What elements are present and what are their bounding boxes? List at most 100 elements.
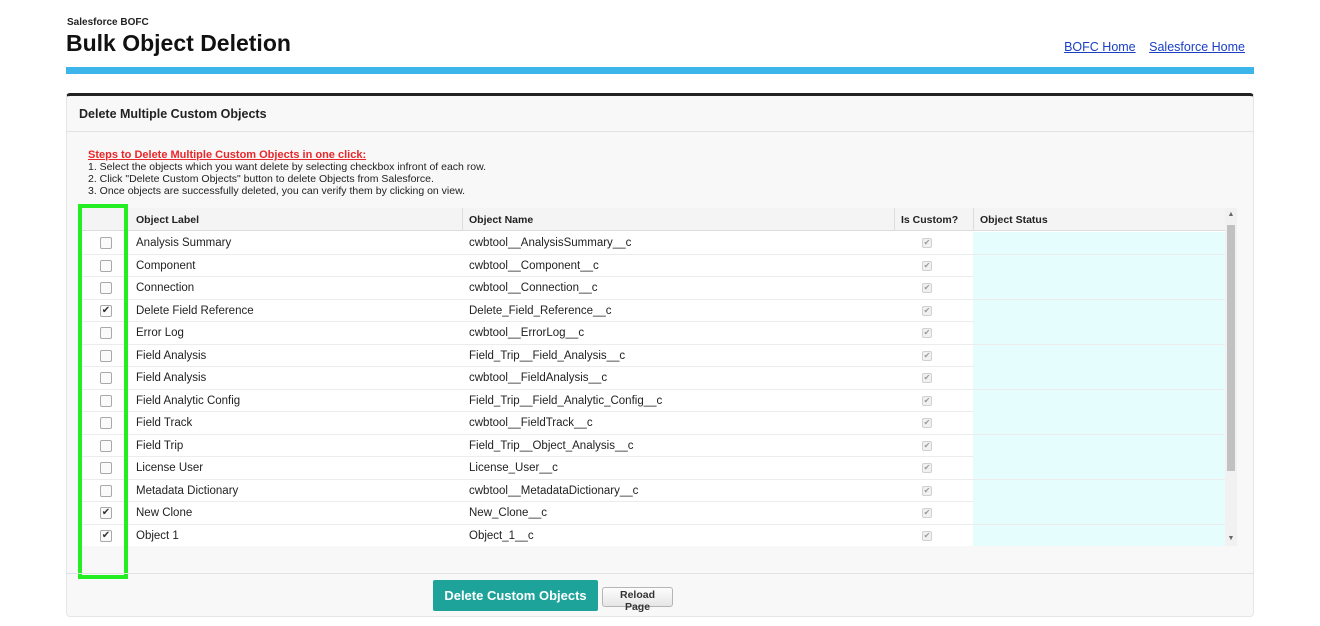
- row-select-checkbox[interactable]: [100, 439, 112, 452]
- row-select-checkbox[interactable]: [100, 327, 112, 339]
- footer-divider: [66, 573, 1254, 574]
- object-label-cell: Analysis Summary: [136, 237, 232, 249]
- panel-header: Delete Multiple Custom Objects: [67, 96, 1253, 132]
- row-select-checkbox[interactable]: ✔: [100, 507, 112, 519]
- object-label-cell: License User: [136, 462, 204, 474]
- row-select-checkbox[interactable]: [100, 417, 112, 429]
- object-name-cell: New_Clone__c: [469, 507, 547, 519]
- bofc-home-link[interactable]: BOFC Home: [1064, 40, 1136, 54]
- row-select-checkbox[interactable]: [100, 462, 112, 474]
- object-label-cell: Field Trip: [136, 439, 184, 452]
- table-row: Field Analysis Field_Trip__Field_Analysis…: [79, 344, 1225, 367]
- row-select-checkbox[interactable]: [100, 394, 112, 407]
- object-status-cell: [973, 457, 1225, 479]
- is-custom-checkbox: ✔: [922, 485, 932, 496]
- app-subtitle: Salesforce BOFC: [67, 17, 149, 28]
- object-status-cell: [973, 524, 1225, 546]
- row-select-checkbox[interactable]: ✔: [100, 529, 112, 542]
- object-status-cell: [973, 502, 1225, 524]
- row-select-checkbox[interactable]: [100, 484, 112, 497]
- object-status-cell: [973, 254, 1225, 277]
- is-custom-checkbox: ✔: [922, 418, 932, 428]
- table-row: ✔ Object 1 Object_1__c ✔: [79, 524, 1225, 546]
- object-status-cell: [973, 434, 1225, 457]
- column-header-object-name[interactable]: Object Name: [469, 214, 533, 226]
- object-status-cell: [973, 412, 1225, 434]
- object-label-cell: Field Analysis: [136, 349, 207, 362]
- row-select-checkbox[interactable]: [100, 259, 112, 272]
- object-label-cell: Field Track: [136, 417, 193, 429]
- table-row: License User License_User__c ✔: [79, 457, 1225, 480]
- column-header-is-custom[interactable]: Is Custom?: [901, 214, 958, 226]
- table-row: Field Analysis cwbtool__FieldAnalysis__c ✔: [79, 367, 1225, 390]
- scroll-up-arrow-icon[interactable]: ▲: [1225, 208, 1237, 222]
- object-label-cell: Field Analysis: [136, 372, 207, 384]
- object-name-cell: Field_Trip__Field_Analysis__c: [469, 349, 626, 362]
- accent-bar: [66, 67, 1254, 74]
- table-row: ✔ Delete Field Reference Delete_Field_Refe…: [79, 299, 1225, 322]
- object-status-cell: [973, 322, 1225, 344]
- object-name-cell: cwbtool__AnalysisSummary__c: [469, 237, 632, 249]
- object-name-cell: cwbtool__ErrorLog__c: [469, 327, 585, 339]
- row-select-checkbox[interactable]: ✔: [100, 304, 112, 317]
- panel: Delete Multiple Custom Objects Steps to …: [66, 93, 1254, 617]
- scroll-down-arrow-icon[interactable]: ▼: [1225, 532, 1237, 546]
- reload-page-button[interactable]: Reload Page: [602, 587, 673, 613]
- table-row: Error Log cwbtool__ErrorLog__c ✔: [79, 322, 1225, 345]
- delete-custom-objects-button[interactable]: Delete Custom Objects: [433, 580, 598, 611]
- is-custom-checkbox: ✔: [922, 260, 932, 271]
- table-header: Object Label Object Name Is Custom? Obje…: [79, 208, 1225, 231]
- is-custom-checkbox: ✔: [922, 283, 932, 293]
- object-name-cell: cwbtool__Component__c: [469, 259, 599, 272]
- table-row: ✔ New Clone New_Clone__c ✔: [79, 502, 1225, 525]
- object-status-cell: [973, 367, 1225, 389]
- row-select-checkbox[interactable]: [100, 282, 112, 294]
- step-1: 1. Select the objects which you want del…: [88, 161, 487, 173]
- object-name-cell: Object_1__c: [469, 529, 534, 542]
- is-custom-checkbox: ✔: [922, 238, 932, 248]
- table-row: Component cwbtool__Component__c ✔: [79, 254, 1225, 277]
- is-custom-checkbox: ✔: [922, 305, 932, 316]
- step-2: 2. Click "Delete Custom Objects" button …: [88, 173, 434, 185]
- object-name-cell: Field_Trip__Object_Analysis__c: [469, 439, 634, 452]
- step-3: 3. Once objects are successfully deleted…: [88, 185, 466, 197]
- is-custom-checkbox: ✔: [922, 395, 932, 406]
- column-divider: [894, 208, 895, 231]
- table-row: Field Track cwbtool__FieldTrack__c ✔: [79, 412, 1225, 435]
- object-label-cell: Component: [136, 259, 196, 272]
- object-status-cell: [973, 479, 1225, 502]
- is-custom-checkbox: ✔: [922, 350, 932, 361]
- salesforce-home-link[interactable]: Salesforce Home: [1149, 40, 1245, 54]
- object-name-cell: cwbtool__FieldTrack__c: [469, 417, 593, 429]
- object-label-cell: Object 1: [136, 529, 179, 542]
- object-label-cell: Delete Field Reference: [136, 304, 254, 317]
- instructions: Steps to Delete Multiple Custom Objects …: [88, 149, 486, 197]
- object-status-cell: [973, 277, 1225, 299]
- top-links: BOFC Home Salesforce Home: [1054, 40, 1245, 54]
- object-status-cell: [973, 344, 1225, 367]
- object-name-cell: Field_Trip__Field_Analytic_Config__c: [469, 394, 663, 407]
- table-row: Field Analytic Config Field_Trip__Field_A…: [79, 389, 1225, 412]
- object-status-cell: [973, 232, 1225, 254]
- row-select-checkbox[interactable]: [100, 237, 112, 249]
- column-divider: [127, 208, 128, 231]
- is-custom-checkbox: ✔: [922, 530, 932, 541]
- object-name-cell: cwbtool__MetadataDictionary__c: [469, 484, 639, 497]
- vertical-scrollbar[interactable]: ▲ ▼: [1225, 208, 1237, 546]
- row-select-checkbox[interactable]: [100, 372, 112, 384]
- column-header-object-status[interactable]: Object Status: [980, 214, 1048, 226]
- object-label-cell: Metadata Dictionary: [136, 484, 239, 497]
- object-name-cell: Delete_Field_Reference__c: [469, 304, 612, 317]
- object-status-cell: [973, 299, 1225, 322]
- scroll-thumb[interactable]: [1227, 225, 1235, 471]
- object-label-cell: Error Log: [136, 327, 184, 339]
- is-custom-checkbox: ✔: [922, 440, 932, 451]
- object-status-cell: [973, 389, 1225, 412]
- is-custom-checkbox: ✔: [922, 508, 932, 518]
- objects-table: Object Label Object Name Is Custom? Obje…: [79, 208, 1237, 546]
- column-header-object-label[interactable]: Object Label: [136, 214, 199, 226]
- object-label-cell: Connection: [136, 282, 195, 294]
- row-select-checkbox[interactable]: [100, 349, 112, 362]
- object-name-cell: cwbtool__Connection__c: [469, 282, 598, 294]
- is-custom-checkbox: ✔: [922, 373, 932, 383]
